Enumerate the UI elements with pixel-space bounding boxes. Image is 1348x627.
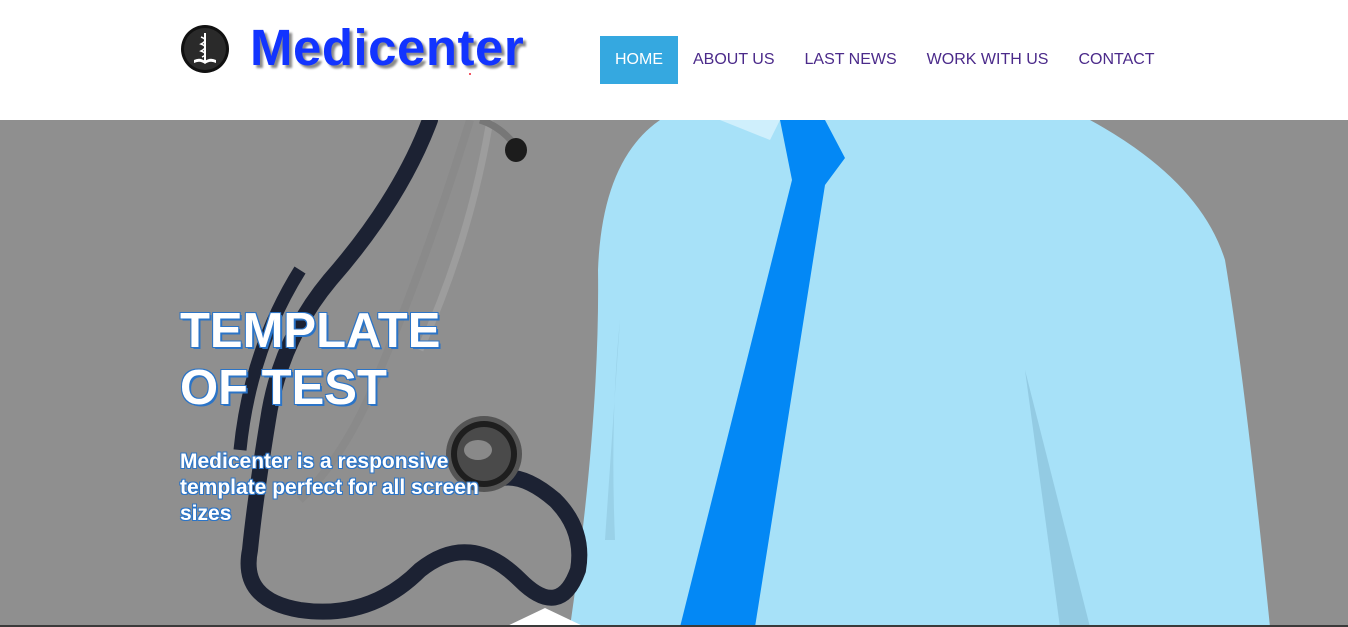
hero-banner: TEMPLATE OF TEST Medicenter is a respons… xyxy=(0,120,1348,627)
nav-item-home[interactable]: HOME xyxy=(600,36,678,84)
nav-item-work-with-us[interactable]: WORK WITH US xyxy=(912,36,1064,84)
logo-icon[interactable] xyxy=(180,24,230,74)
main-nav: HOME ABOUT US LAST NEWS WORK WITH US CON… xyxy=(600,36,1170,84)
nav-item-contact[interactable]: CONTACT xyxy=(1063,36,1169,84)
hero-subtitle: Medicenter is a responsive template perf… xyxy=(180,450,479,525)
logo-dot xyxy=(469,73,471,75)
nav-item-about-us[interactable]: ABOUT US xyxy=(678,36,790,84)
site-logo-text[interactable]: Medicenter xyxy=(250,18,524,77)
nav-item-last-news[interactable]: LAST NEWS xyxy=(790,36,912,84)
hero-title: TEMPLATE OF TEST xyxy=(180,304,441,415)
site-header: Medicenter HOME ABOUT US LAST NEWS WORK … xyxy=(0,0,1348,120)
